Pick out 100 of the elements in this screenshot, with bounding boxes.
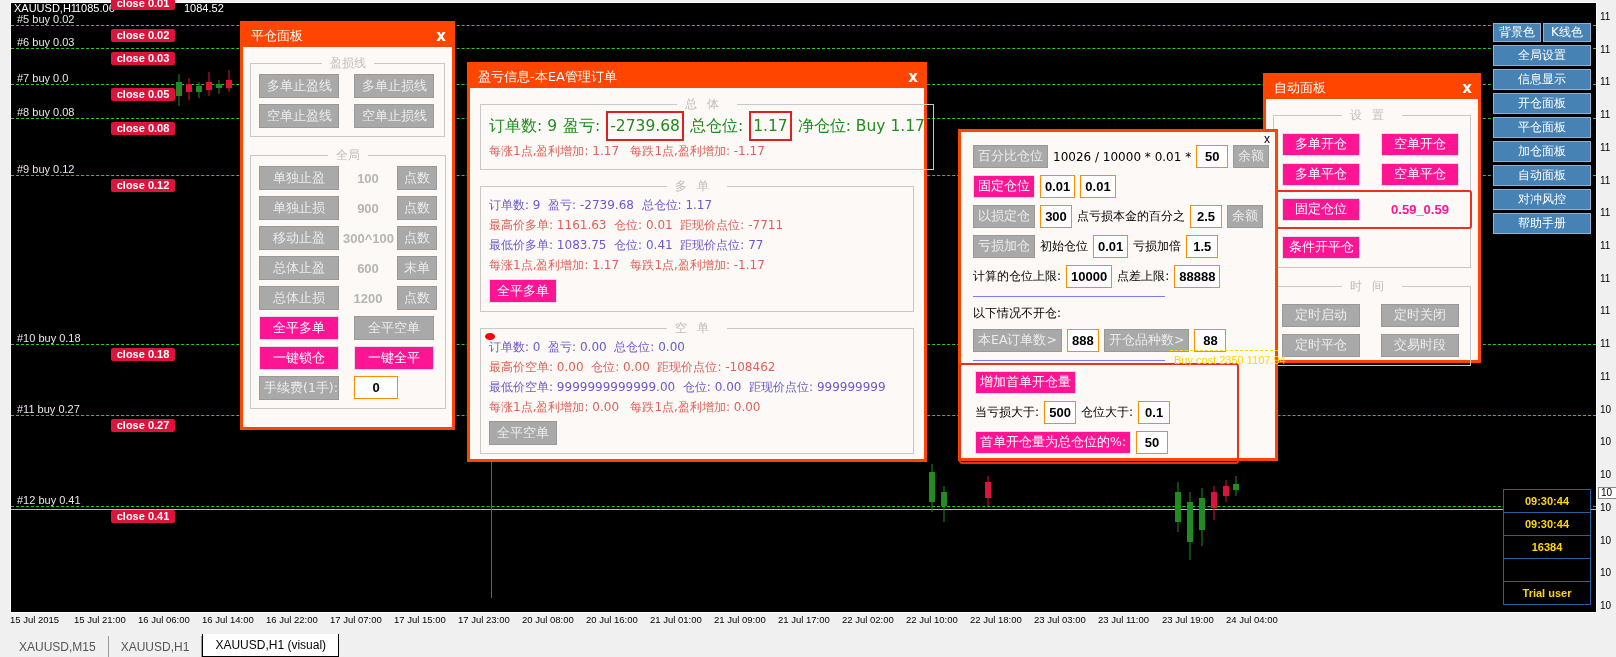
panel-button[interactable]: 总体止盈 — [259, 256, 339, 280]
panel-button[interactable]: 本EA订单数> — [973, 329, 1062, 352]
input-field[interactable]: 0.01 — [1040, 175, 1076, 198]
panel-button[interactable]: 定时平仓 — [1282, 334, 1360, 357]
close-order-button[interactable]: close 0.02 — [111, 29, 175, 42]
panel-title: 自动面板 — [1274, 78, 1326, 97]
info-cell: Trial user — [1503, 581, 1591, 605]
panel-button[interactable]: 一键锁仓 — [259, 346, 339, 370]
price-axis-label: 11 — [1600, 11, 1612, 22]
menu-button[interactable]: K线色 — [1543, 23, 1591, 42]
panel-button[interactable]: 亏损加仓 — [973, 235, 1035, 258]
input-field[interactable]: 50 — [1136, 431, 1169, 454]
input-field[interactable]: 2.5 — [1190, 205, 1222, 228]
menu-button[interactable]: 平仓面板 — [1493, 117, 1591, 138]
input-field[interactable]: 50 — [1196, 145, 1229, 168]
input-field[interactable]: 0.01 — [1093, 235, 1129, 258]
close-order-button[interactable]: close 0.12 — [111, 179, 175, 192]
close-order-button[interactable]: close 0.05 — [111, 88, 175, 101]
panel-button[interactable]: 空单平仓 — [1381, 163, 1459, 186]
panel-button[interactable]: 以损定仓 — [973, 205, 1035, 228]
panel-title: 平仓面板 — [251, 26, 303, 45]
input-field[interactable]: 1.5 — [1186, 235, 1219, 258]
input-field[interactable]: 500 — [1044, 401, 1077, 424]
close-order-button[interactable]: close 0.27 — [111, 419, 175, 432]
panel-button[interactable]: 多单止盈线 — [259, 74, 339, 98]
panel-button[interactable]: 全平空单 — [354, 316, 434, 340]
menu-button[interactable]: 加仓面板 — [1493, 141, 1591, 162]
order-line-label: #5 buy 0.02 — [17, 13, 75, 25]
menu-button[interactable]: 全局设置 — [1493, 45, 1591, 66]
close-order-button[interactable]: close 0.41 — [111, 510, 175, 523]
panel-button[interactable]: 空单开仓 — [1381, 133, 1459, 156]
unit-button[interactable]: 末单 — [397, 256, 437, 280]
label-text: 初始仓位 — [1040, 238, 1088, 255]
close-button[interactable]: x — [1462, 78, 1472, 97]
time-axis-label: 17 Jul 23:00 — [458, 614, 511, 625]
panel-button[interactable]: 手续费(1手): — [259, 376, 339, 400]
label-text: 亏损加倍 — [1133, 238, 1182, 255]
panel-button[interactable]: 总体止损 — [259, 286, 339, 310]
panel-button[interactable]: 余额 — [1227, 205, 1263, 228]
input-field[interactable]: 0.1 — [1138, 401, 1171, 424]
panel-button[interactable]: 开仓品种数> — [1103, 329, 1190, 352]
panel-button[interactable]: 单独止损 — [259, 196, 339, 220]
panel-button[interactable]: 首单开仓量为总仓位的%: — [975, 431, 1132, 454]
close-button[interactable]: x — [1264, 132, 1270, 146]
panel-button[interactable]: 移动止盈 — [259, 226, 339, 250]
order-line-label: #10 buy 0.18 — [17, 332, 81, 344]
panel-button[interactable]: 条件开平仓 — [1282, 236, 1360, 259]
menu-button[interactable]: 开仓面板 — [1493, 93, 1591, 114]
input-field[interactable]: 10000 — [1066, 265, 1113, 288]
input-field[interactable]: 0.01 — [1080, 175, 1116, 198]
input-field[interactable]: 88888 — [1174, 265, 1221, 288]
panel-button[interactable]: 定时关闭 — [1381, 304, 1459, 327]
panel-button[interactable]: 定时启动 — [1282, 304, 1360, 327]
label-text: 当亏损大于: — [975, 404, 1040, 421]
panel-button[interactable]: 多单平仓 — [1282, 163, 1360, 186]
panel-button[interactable]: 全平空单 — [489, 421, 557, 445]
price-axis-label: 10 — [1600, 534, 1612, 546]
panel-button[interactable]: 百分比仓位 — [973, 145, 1048, 168]
menu-button[interactable]: 对冲风控 — [1493, 189, 1591, 210]
menu-button[interactable]: 自动面板 — [1493, 165, 1591, 186]
time-axis-label: 16 Jul 06:00 — [138, 614, 191, 625]
input-field[interactable]: 888 — [1066, 329, 1099, 352]
panel-button[interactable]: 交易时段 — [1381, 334, 1459, 357]
panel-button[interactable]: 空单止盈线 — [259, 104, 339, 128]
panel-button[interactable]: 多单开仓 — [1282, 133, 1360, 156]
price-axis-label: 11 — [1600, 109, 1612, 121]
unit-button[interactable]: 点数 — [397, 226, 437, 250]
menu-button[interactable]: 帮助手册 — [1493, 213, 1591, 234]
unit-button[interactable]: 点数 — [397, 286, 437, 310]
panel-button[interactable]: 固定仓位 — [1282, 198, 1360, 221]
unit-button[interactable]: 点数 — [397, 196, 437, 220]
panel-button[interactable]: 单独止盈 — [259, 166, 339, 190]
setting-value: 900 — [356, 200, 380, 216]
panel-button[interactable]: 空单止损线 — [354, 104, 434, 128]
input-field[interactable]: 300 — [1040, 205, 1072, 228]
panel-button[interactable]: 增加首单开仓量 — [975, 371, 1076, 394]
input-field[interactable]: 0 — [354, 376, 398, 399]
close-order-button[interactable]: close 0.18 — [111, 348, 175, 361]
close-button[interactable]: x — [436, 26, 446, 45]
panel-button[interactable]: 全平多单 — [489, 279, 557, 303]
panel-button[interactable]: 一键全平 — [354, 346, 434, 370]
candle — [226, 69, 232, 93]
panel-button[interactable]: 多单止损线 — [354, 74, 434, 98]
close-button[interactable]: x — [908, 67, 918, 86]
label-text: 以下情况不开仓: — [973, 305, 1062, 322]
candle — [1199, 487, 1205, 547]
time-axis-label: 22 Jul 10:00 — [906, 614, 959, 625]
menu-button[interactable]: 信息显示 — [1493, 69, 1591, 90]
close-order-button[interactable]: close 0.08 — [111, 122, 175, 135]
menu-button[interactable]: 背景色 — [1493, 23, 1541, 42]
group-title: 总体 — [683, 96, 730, 113]
chart-tab[interactable]: XAUUSD,H1 (visual) — [202, 634, 340, 657]
close-order-button[interactable]: close 0.01 — [111, 0, 175, 10]
close-order-button[interactable]: close 0.03 — [111, 52, 175, 65]
panel-button[interactable]: 余额 — [1233, 145, 1270, 168]
unit-button[interactable]: 点数 — [397, 166, 437, 190]
panel-button[interactable]: 全平多单 — [259, 316, 339, 340]
panel-button[interactable]: 固定仓位 — [973, 175, 1035, 198]
input-field[interactable]: 88 — [1194, 329, 1227, 352]
candle — [985, 475, 991, 507]
